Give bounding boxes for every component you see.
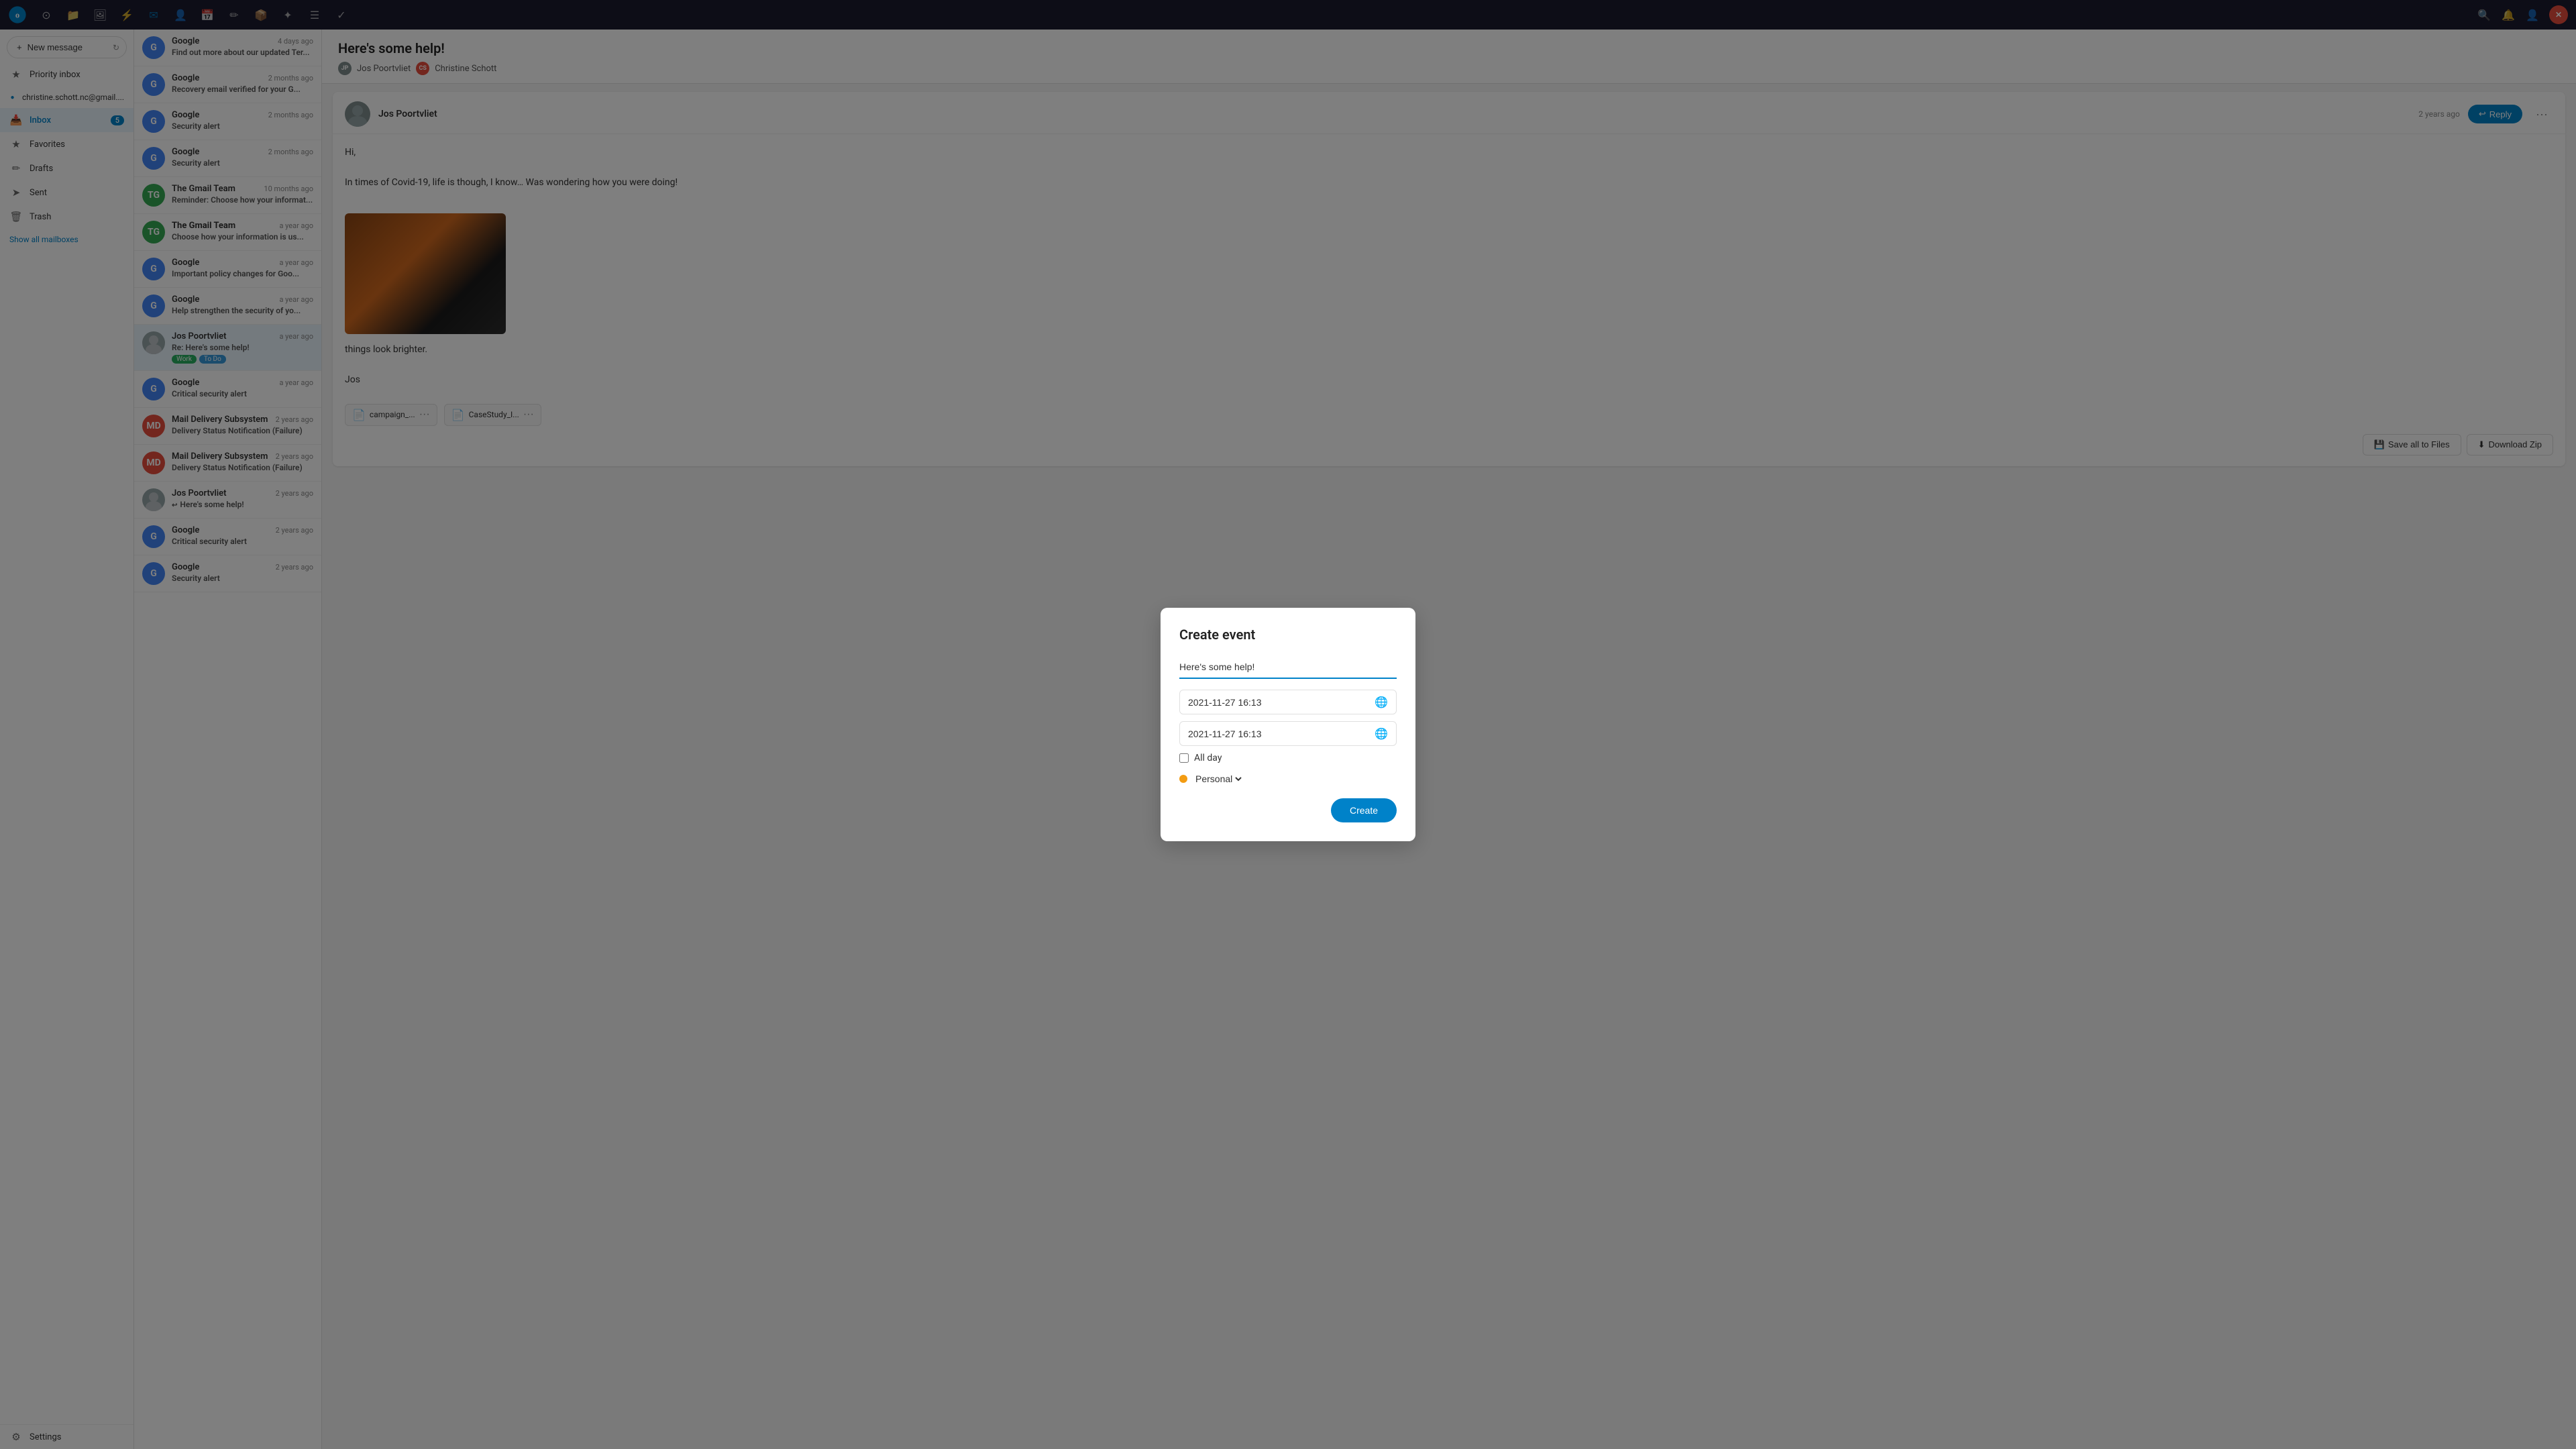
calendar-select[interactable]: Personal Work <box>1193 773 1244 785</box>
modal-overlay[interactable]: Create event 🌐 🌐 All day Personal Work C… <box>0 0 2576 1449</box>
create-event-modal: Create event 🌐 🌐 All day Personal Work C… <box>1161 608 1415 841</box>
all-day-label: All day <box>1194 753 1222 763</box>
end-datetime-input[interactable] <box>1188 729 1369 739</box>
all-day-row: All day <box>1179 753 1397 763</box>
start-datetime-input[interactable] <box>1188 697 1369 708</box>
modal-title: Create event <box>1179 627 1397 643</box>
modal-actions: Create <box>1179 798 1397 822</box>
calendar-color-dot <box>1179 775 1187 783</box>
start-datetime-row: 🌐 <box>1179 690 1397 714</box>
timezone-icon: 🌐 <box>1375 696 1388 708</box>
all-day-checkbox[interactable] <box>1179 753 1189 763</box>
calendar-row: Personal Work <box>1179 773 1397 785</box>
create-event-button[interactable]: Create <box>1331 798 1397 822</box>
timezone-icon: 🌐 <box>1375 727 1388 740</box>
event-name-input[interactable] <box>1179 656 1397 679</box>
end-datetime-row: 🌐 <box>1179 721 1397 746</box>
